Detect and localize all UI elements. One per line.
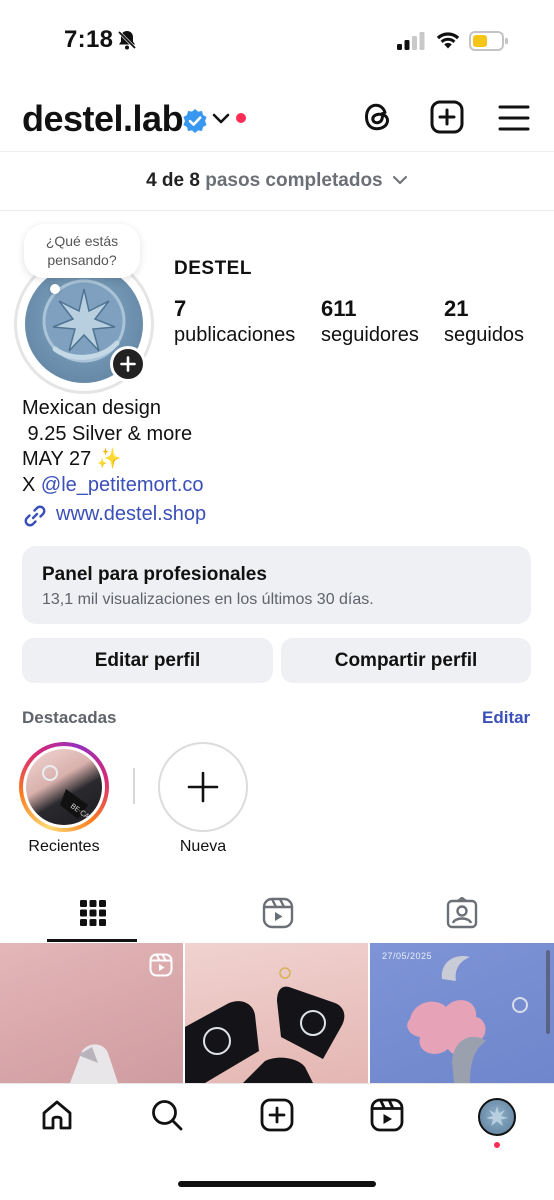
professional-dashboard-subtitle: 13,1 mil visualizaciones en los últimos … (42, 591, 374, 608)
add-story-button[interactable] (110, 346, 146, 382)
wifi-icon (435, 30, 461, 55)
bio-line: MAY 27 ✨ (22, 447, 204, 473)
website-link-text: www.destel.shop (56, 503, 207, 525)
home-icon[interactable] (40, 1098, 74, 1137)
profile-header: destel.lab (0, 90, 554, 152)
bio-mention-link[interactable]: @le_petitemort.co (41, 474, 204, 496)
reels-icon (262, 897, 293, 929)
share-profile-button[interactable]: Compartir perfil (281, 638, 531, 683)
post-thumbnail[interactable] (185, 943, 368, 1083)
reels-icon[interactable] (370, 1098, 404, 1137)
notification-dot (236, 113, 246, 123)
post-thumbnail[interactable]: 27/05/2025 (370, 943, 554, 1083)
tagged-icon (446, 897, 477, 929)
highlights-title: Destacadas (22, 708, 117, 727)
bio: Mexican design 9.25 Silver & more MAY 27… (22, 396, 204, 498)
verified-badge-icon (182, 108, 208, 139)
bio-line-text: MAY 27 (22, 448, 97, 470)
create-icon[interactable] (260, 1098, 294, 1137)
edit-profile-button[interactable]: Editar perfil (22, 638, 273, 683)
sparkles-emoji: ✨ (96, 448, 122, 470)
tab-tagged[interactable] (369, 884, 554, 942)
create-post-icon[interactable] (430, 100, 464, 139)
stat-following[interactable]: 21 seguidos (444, 296, 524, 347)
highlight-thumbnail: BE·CA (26, 749, 102, 825)
post-thumbnail[interactable] (0, 943, 183, 1083)
home-indicator[interactable] (178, 1181, 376, 1187)
reel-badge-icon (149, 953, 173, 982)
tab-grid[interactable] (0, 884, 185, 942)
steps-label: pasos completados (205, 170, 383, 192)
steps-progress: 4 de 8 (146, 170, 200, 192)
chevron-down-icon[interactable] (212, 112, 230, 131)
cellular-signal-icon (397, 32, 425, 55)
username-switcher[interactable]: destel.lab (22, 98, 184, 140)
bio-line-text: X (22, 473, 41, 496)
bell-muted-icon (116, 29, 138, 56)
notification-dot (494, 1142, 500, 1148)
plus-icon (120, 356, 136, 372)
highlight-recientes[interactable]: BE·CA (19, 742, 109, 832)
bio-line: X @le_petitemort.co (22, 473, 204, 499)
post-date-label: 27/05/2025 (382, 951, 433, 961)
notes-bubble[interactable]: ¿Qué estás pensando? (24, 224, 140, 278)
new-highlight-button[interactable] (158, 742, 248, 832)
stat-posts[interactable]: 7 publicaciones (174, 296, 295, 347)
stat-followers-label: seguidores (321, 324, 419, 346)
profile-avatar[interactable] (478, 1098, 516, 1136)
active-tab-indicator (47, 939, 137, 942)
grid-icon (79, 900, 106, 926)
stat-followers-value: 611 (321, 296, 357, 321)
stat-following-label: seguidos (444, 324, 525, 346)
stat-posts-value: 7 (174, 296, 187, 321)
highlights-edit-link[interactable]: Editar (482, 708, 530, 728)
notes-bubble-tail (50, 284, 60, 294)
tab-reels[interactable] (185, 884, 370, 942)
stat-followers[interactable]: 611 seguidores (321, 296, 419, 347)
status-bar: 7:18 (0, 0, 554, 80)
stat-posts-label: publicaciones (174, 324, 296, 346)
highlights-divider (133, 768, 135, 804)
profile-tabs (0, 884, 554, 942)
bio-line: 9.25 Silver & more (22, 422, 193, 445)
stat-following-value: 21 (444, 296, 469, 321)
menu-icon[interactable] (498, 104, 530, 137)
highlight-label: Nueva (179, 838, 227, 855)
threads-icon[interactable] (362, 100, 394, 139)
status-time: 7:18 (64, 26, 114, 53)
battery-icon (469, 31, 509, 56)
highlight-label: Recientes (28, 838, 100, 855)
display-name: DESTEL (174, 258, 252, 279)
professional-dashboard-title: Panel para profesionales (42, 564, 267, 585)
posts-grid: 27/05/2025 (0, 943, 554, 1083)
search-icon[interactable] (150, 1098, 184, 1137)
bio-line: Mexican design (22, 397, 161, 419)
notes-bubble-text: ¿Qué estás pensando? (45, 233, 119, 268)
scrollbar[interactable] (546, 950, 550, 1034)
link-icon (22, 503, 48, 535)
plus-icon (187, 771, 219, 803)
chevron-down-icon (392, 153, 408, 209)
professional-dashboard[interactable]: Panel para profesionales 13,1 mil visual… (22, 546, 531, 624)
onboarding-steps-banner[interactable]: 4 de 8 pasos completados (0, 153, 554, 211)
